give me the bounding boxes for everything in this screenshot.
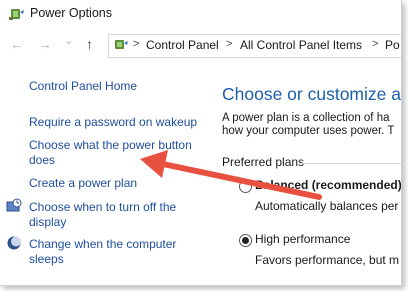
recent-locations-chevron-icon[interactable]: ⌄ xyxy=(64,33,73,49)
address-bar[interactable]: > Control Panel > All Control Panel Item… xyxy=(108,34,401,58)
forward-arrow-icon[interactable]: → xyxy=(38,36,52,52)
sidebar-item-control-panel-home[interactable]: Control Panel Home xyxy=(29,78,137,94)
up-arrow-icon[interactable]: ↑ xyxy=(86,36,93,52)
window-title: Power Options xyxy=(30,6,112,20)
back-arrow-icon[interactable]: ← xyxy=(10,36,24,52)
breadcrumb-control-panel[interactable]: Control Panel xyxy=(146,38,219,52)
sidebar-item-label[interactable]: sleeps xyxy=(29,251,64,267)
plan-description: Automatically balances per xyxy=(255,199,399,213)
plan-description: Favors performance, but m xyxy=(255,253,400,267)
radio-selected-dot xyxy=(242,237,249,244)
main-panel: Choose or customize a po A power plan is… xyxy=(222,60,401,285)
sidebar-item-label[interactable]: Choose when to turn off the xyxy=(29,199,176,215)
control-panel-icon xyxy=(113,38,129,52)
navigation-bar: ← → ⌄ ↑ > Control Panel > All Control Pa… xyxy=(0,32,401,58)
sidebar: Control Panel Home Require a password on… xyxy=(0,60,215,285)
sidebar-item-create-plan[interactable]: Create a power plan xyxy=(29,175,137,191)
power-options-icon xyxy=(8,6,26,22)
breadcrumb-all-items[interactable]: All Control Panel Items xyxy=(240,38,362,52)
breadcrumb-separator: > xyxy=(372,38,379,50)
breadcrumb-power-options[interactable]: Po xyxy=(385,38,400,52)
breadcrumb-separator: > xyxy=(226,38,233,50)
plan-name[interactable]: Balanced (recommended) xyxy=(255,178,401,192)
breadcrumb-separator: > xyxy=(133,38,140,50)
sidebar-item-label[interactable]: Change when the computer xyxy=(29,236,176,252)
description-line: A power plan is a collection of ha xyxy=(222,112,390,124)
sidebar-item-require-password[interactable]: Require a password on wakeup xyxy=(29,114,197,130)
balanced-radio[interactable] xyxy=(239,180,252,193)
plan-name[interactable]: High performance xyxy=(255,232,350,246)
divider xyxy=(300,163,401,164)
preferred-plans-label: Preferred plans xyxy=(222,155,305,169)
power-options-window: Power Options ← → ⌄ ↑ > Control Panel > … xyxy=(0,0,402,286)
description-line: how your computer uses power. T xyxy=(222,125,395,137)
page-title: Choose or customize a po xyxy=(222,84,401,104)
sidebar-item-label[interactable]: display xyxy=(29,214,66,230)
high-performance-radio[interactable] xyxy=(239,234,252,247)
title-bar: Power Options xyxy=(0,0,401,28)
sidebar-item-label[interactable]: Choose what the power button xyxy=(29,137,192,153)
sidebar-item-label[interactable]: does xyxy=(29,152,55,168)
display-clock-icon xyxy=(6,198,22,214)
moon-sleep-icon xyxy=(6,235,22,251)
